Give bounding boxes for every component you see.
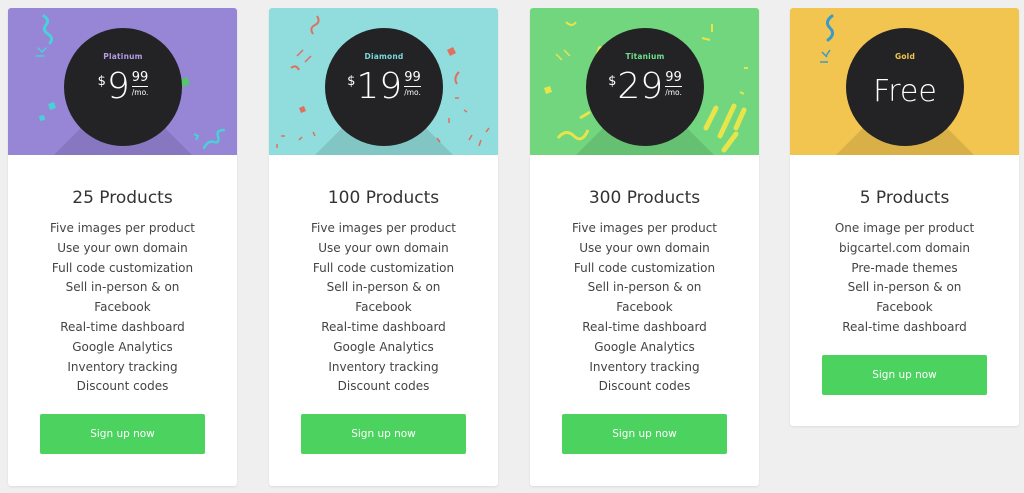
plan-card-platinum: Platinum $ 9 99 /mo. 25 Products Five im…	[8, 8, 237, 486]
price-currency: $	[97, 74, 106, 89]
feature-item: Discount codes	[76, 379, 169, 394]
feature-item: Discount codes	[337, 379, 430, 394]
plan-header: Titanium $ 29 99 /mo.	[530, 8, 759, 155]
feature-item: Sell in-person & on Facebook	[326, 280, 441, 315]
feature-list: One image per product bigcartel.com domai…	[825, 219, 985, 338]
feature-item: Sell in-person & on Facebook	[847, 280, 962, 315]
price-fraction: 99 /mo.	[665, 70, 682, 98]
feature-item: Use your own domain	[57, 240, 188, 255]
price-period: /mo.	[404, 88, 421, 97]
sign-up-button[interactable]: Sign up now	[562, 414, 727, 455]
feature-item: Google Analytics	[594, 339, 695, 354]
feature-item: Sell in-person & on Facebook	[65, 280, 180, 315]
feature-item: Five images per product	[571, 221, 717, 235]
feature-item: One image per product	[834, 221, 975, 235]
plan-card-gold: Gold Free 5 Products One image per produ…	[790, 8, 1019, 426]
feature-item: Pre-made themes	[851, 260, 958, 275]
plan-card-diamond: Diamond $ 19 99 /mo. 100 Products Five i…	[269, 8, 498, 486]
feature-item: Use your own domain	[318, 240, 449, 255]
sign-up-button[interactable]: Sign up now	[822, 354, 987, 395]
tier-name: Gold	[894, 52, 916, 61]
plan-header: Gold Free	[790, 8, 1019, 155]
feature-item: Full code customization	[312, 260, 455, 275]
feature-list: Five images per product Use your own doma…	[565, 219, 725, 397]
feature-item: Google Analytics	[333, 339, 434, 354]
feature-item: Real-time dashboard	[582, 319, 707, 334]
product-count: 300 Products	[588, 188, 701, 208]
feature-list: Five images per product Use your own doma…	[43, 219, 203, 397]
price-dollars: 19	[356, 66, 403, 107]
price-fraction: 99 /mo.	[131, 70, 149, 98]
price-fraction: 99 /mo.	[404, 70, 421, 98]
price-free: Free	[873, 74, 937, 109]
feature-item: Real-time dashboard	[60, 319, 185, 334]
plan-header: Diamond $ 19 99 /mo.	[269, 8, 498, 155]
product-count: 5 Products	[859, 188, 950, 208]
price-currency: $	[608, 74, 617, 89]
feature-item: Sell in-person & on Facebook	[587, 280, 702, 315]
feature-item: Five images per product	[310, 221, 456, 235]
product-count: 25 Products	[72, 188, 173, 208]
feature-item: Inventory tracking	[589, 359, 700, 374]
plan-body: 25 Products Five images per product Use y…	[8, 155, 237, 486]
price: $ 9 99 /mo.	[64, 68, 182, 106]
price-cents: 99	[665, 70, 682, 87]
feature-item: Full code customization	[51, 260, 194, 275]
plan-card-titanium: Titanium $ 29 99 /mo. 300 Products Five …	[530, 8, 759, 486]
plan-header: Platinum $ 9 99 /mo.	[8, 8, 237, 155]
price-dollars: 9	[106, 66, 130, 107]
plan-body: 100 Products Five images per product Use …	[269, 155, 498, 486]
feature-list: Five images per product Use your own doma…	[304, 219, 464, 397]
product-count: 100 Products	[327, 188, 440, 208]
price-currency: $	[347, 74, 356, 89]
feature-item: Use your own domain	[579, 240, 710, 255]
plan-body: 5 Products One image per product bigcarte…	[790, 155, 1019, 426]
feature-item: Five images per product	[49, 221, 195, 235]
sign-up-button[interactable]: Sign up now	[301, 414, 466, 455]
tier-name: Titanium	[625, 52, 665, 61]
price-badge: Diamond $ 19 99 /mo.	[325, 28, 443, 146]
feature-item: Real-time dashboard	[842, 319, 967, 334]
price-cents: 99	[131, 70, 149, 87]
feature-item: Discount codes	[598, 379, 691, 394]
tier-name: Diamond	[364, 52, 404, 61]
price-dollars: 29	[617, 66, 664, 107]
feature-item: Inventory tracking	[67, 359, 178, 374]
price-badge: Titanium $ 29 99 /mo.	[586, 28, 704, 146]
price-cents: 99	[404, 70, 421, 87]
price-badge: Gold Free	[846, 28, 964, 146]
price-badge: Platinum $ 9 99 /mo.	[64, 28, 182, 146]
feature-item: Google Analytics	[72, 339, 173, 354]
feature-item: Inventory tracking	[328, 359, 439, 374]
feature-item: bigcartel.com domain	[838, 240, 971, 255]
price: $ 29 99 /mo.	[586, 68, 704, 106]
feature-item: Real-time dashboard	[321, 319, 446, 334]
feature-item: Full code customization	[573, 260, 716, 275]
sign-up-button[interactable]: Sign up now	[40, 414, 205, 455]
price-period: /mo.	[665, 88, 682, 97]
price: $ 19 99 /mo.	[325, 68, 443, 106]
price-period: /mo.	[131, 88, 149, 97]
plan-body: 300 Products Five images per product Use …	[530, 155, 759, 486]
tier-name: Platinum	[103, 52, 143, 61]
